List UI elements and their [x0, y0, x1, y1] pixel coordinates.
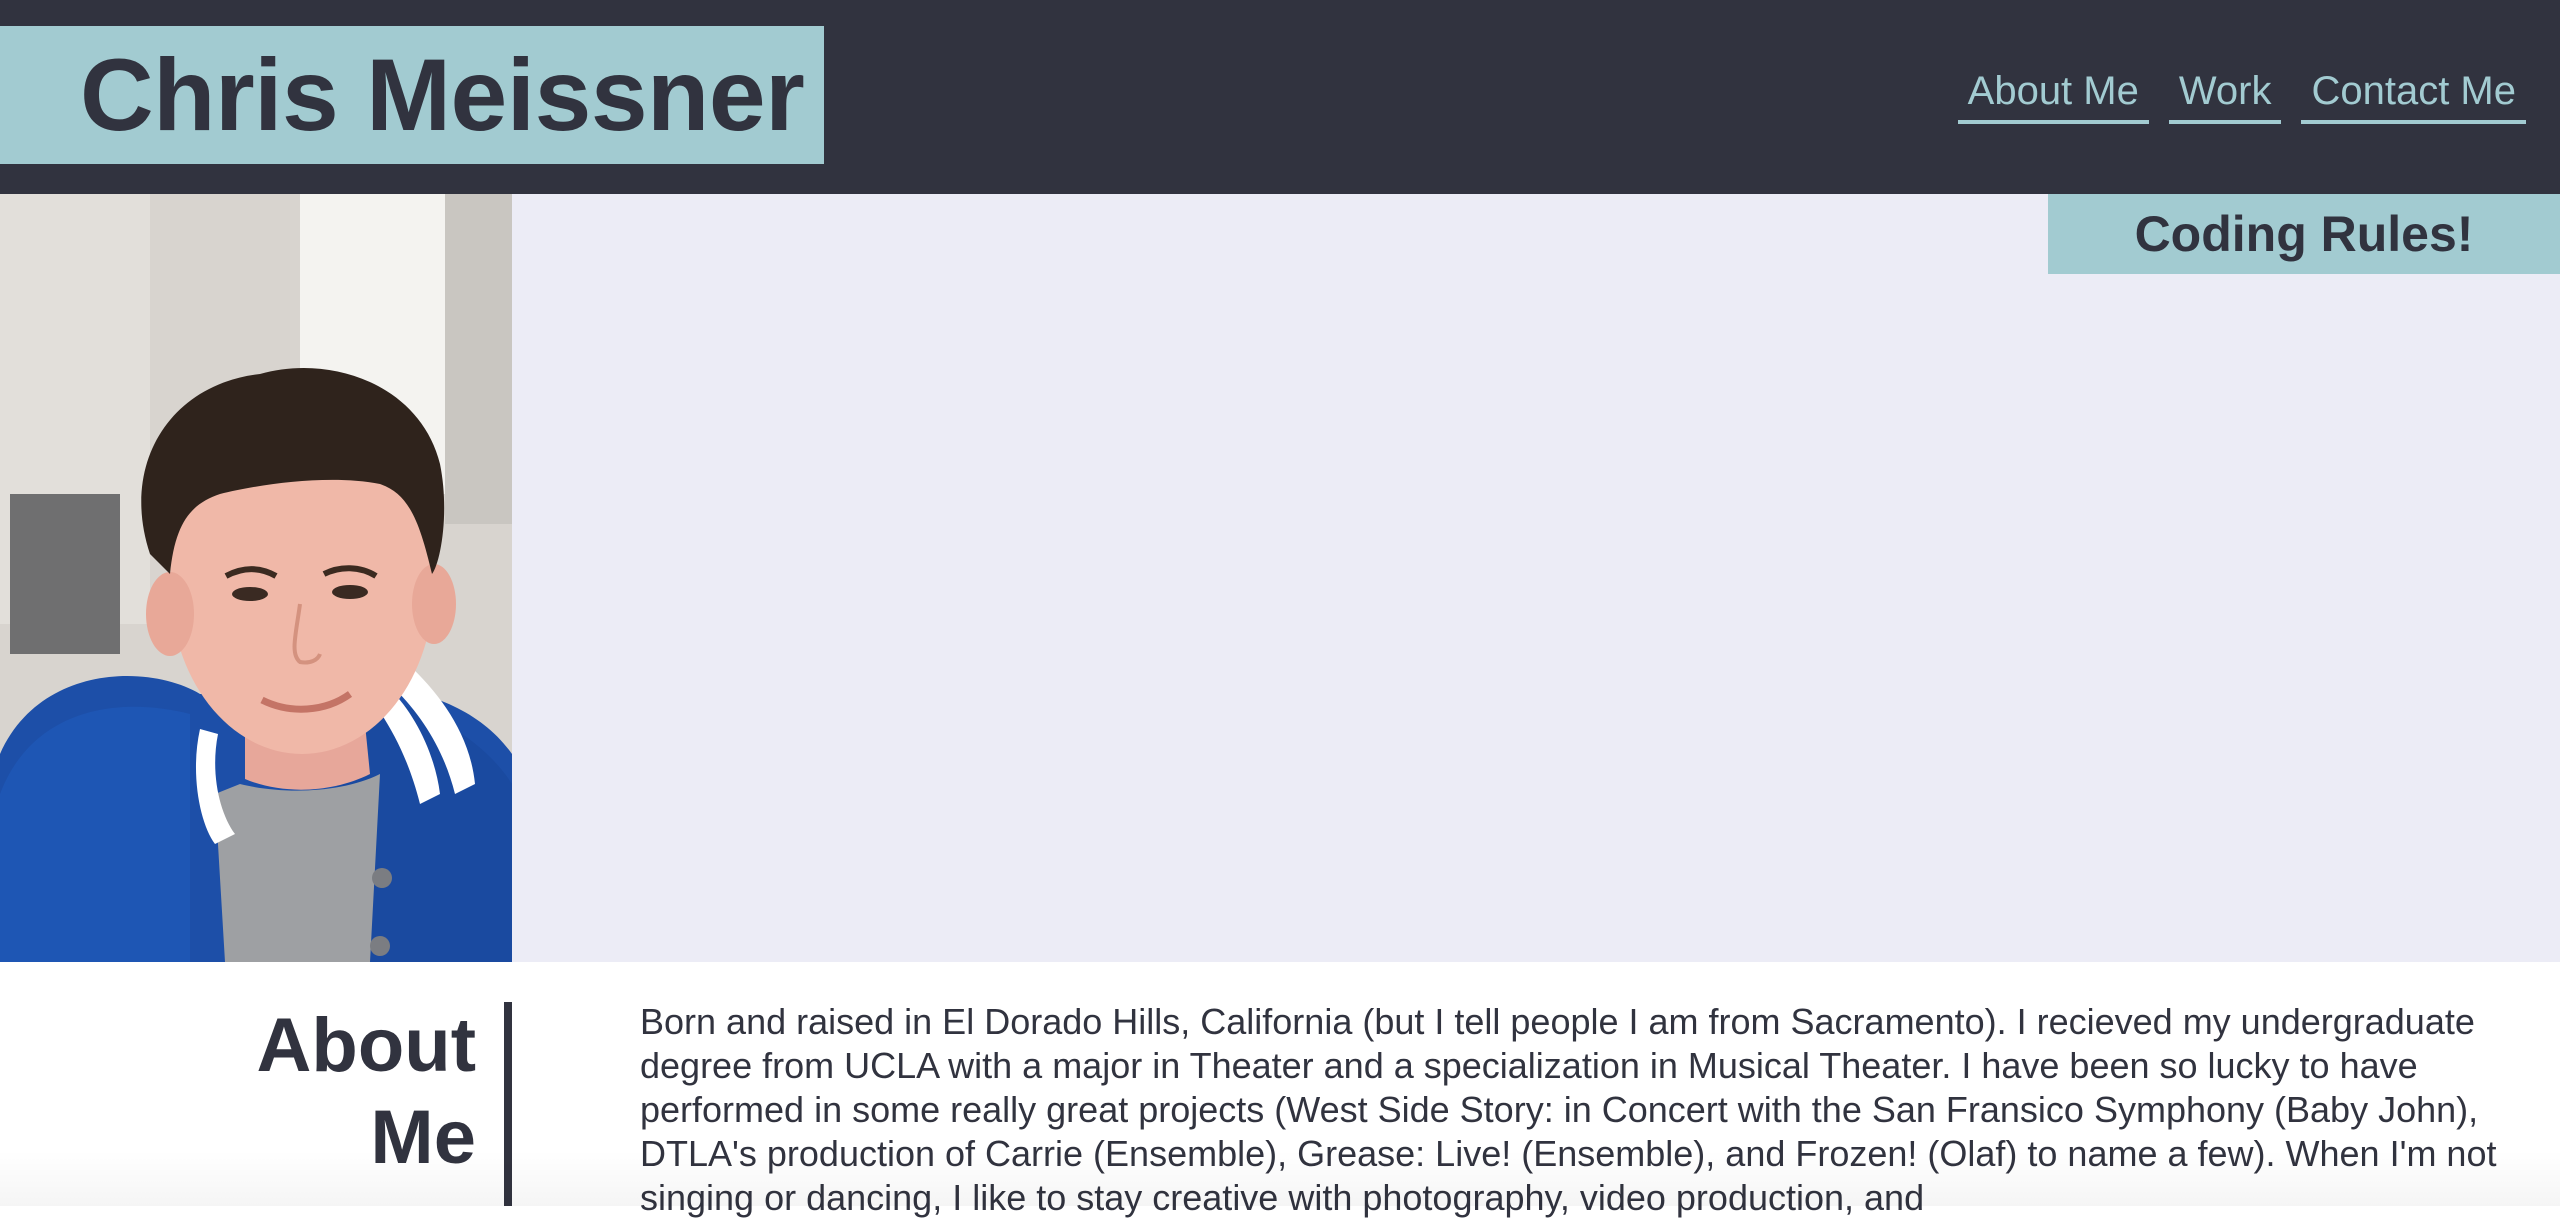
- main-nav: About Me Work Contact Me: [1957, 62, 2526, 124]
- nav-link-work[interactable]: Work: [2168, 62, 2282, 124]
- about-heading: About Me: [180, 1000, 476, 1184]
- site-title[interactable]: Chris Meissner: [0, 26, 824, 164]
- nav-link-about-me[interactable]: About Me: [1957, 62, 2149, 124]
- about-heading-line1: About: [256, 1003, 476, 1088]
- portrait-photo: [0, 194, 512, 962]
- site-header: Chris Meissner About Me Work Contact Me: [0, 0, 2560, 194]
- about-body-text: Born and raised in El Dorado Hills, Cali…: [640, 1001, 2497, 1218]
- nav-link-contact-me[interactable]: Contact Me: [2301, 62, 2526, 124]
- about-heading-line2: Me: [370, 1095, 476, 1180]
- hero-banner: Coding Rules!: [0, 194, 2560, 962]
- coding-rules-badge: Coding Rules!: [2048, 194, 2560, 274]
- about-divider: [504, 1002, 512, 1206]
